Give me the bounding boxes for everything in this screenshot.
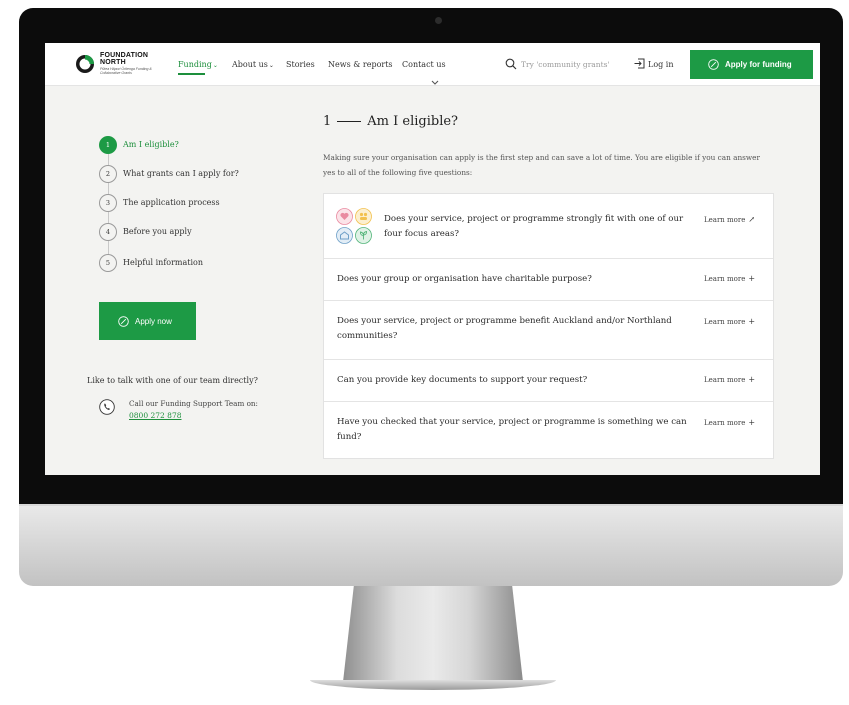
step-label: What grants can I apply for? (123, 169, 239, 178)
plus-icon: + (748, 317, 756, 326)
focus-area-icons (336, 208, 376, 248)
learn-more-link[interactable]: Learn more + (704, 418, 755, 427)
login-icon (634, 58, 645, 69)
title-dash (337, 121, 362, 122)
foundation-north-logo-icon[interactable] (75, 54, 95, 74)
search-icon[interactable] (505, 58, 517, 70)
plus-icon: + (748, 274, 756, 283)
logo-subtext: Pūtea Hāpori Ōritenga Funding & Collabor… (100, 67, 152, 75)
question-text: Does your group or organisation have cha… (337, 274, 592, 284)
nav-link-news-reports[interactable]: News & reports (328, 60, 393, 69)
screen: FOUNDATION NORTH Pūtea Hāpori Ōritenga F… (45, 43, 820, 475)
section-number: 1 (323, 114, 332, 129)
phone-number-link[interactable]: 0800 272 878 (129, 411, 182, 420)
step-label: The application process (123, 198, 220, 207)
learn-more-label: Learn more (704, 216, 746, 224)
pencil-circle-icon (118, 316, 129, 327)
phone-icon (99, 399, 115, 415)
learn-more-link[interactable]: Learn more + (704, 375, 755, 384)
monitor-stand (343, 586, 523, 682)
call-support-text: Call our Funding Support Team on: (129, 399, 258, 408)
monitor-stand-base (310, 680, 556, 690)
plus-icon: + (748, 418, 756, 427)
heart-focus-icon (336, 208, 353, 225)
question-text: Does your service, project or programme … (384, 214, 684, 239)
question-text: Can you provide key documents to support… (337, 375, 588, 385)
section-title-text: Am I eligible? (367, 114, 459, 129)
step-number: 1 (99, 136, 117, 154)
talk-to-team-heading: Like to talk with one of our team direct… (87, 376, 258, 385)
apply-now-button[interactable]: Apply now (99, 302, 196, 340)
learn-more-label: Learn more (704, 275, 746, 283)
step-number: 2 (99, 165, 117, 183)
question-row-3[interactable]: Does your service, project or programme … (324, 300, 773, 360)
learn-more-label: Learn more (704, 419, 746, 427)
learn-more-label: Learn more (704, 376, 746, 384)
nav-link-about-us[interactable]: About us⌄ (232, 60, 274, 69)
pencil-circle-icon (708, 59, 719, 70)
intro-paragraph: Making sure your organisation can apply … (323, 153, 760, 177)
scroll-down-chevron-icon (431, 80, 439, 85)
nav-active-underline (178, 73, 205, 75)
chevron-down-icon: ⌄ (212, 62, 218, 69)
question-row-2[interactable]: Does your group or organisation have cha… (324, 258, 773, 301)
nav-link-funding-label: Funding (178, 60, 212, 69)
logo-text[interactable]: FOUNDATION NORTH Pūtea Hāpori Ōritenga F… (100, 52, 160, 75)
nav-link-about-us-label: About us (232, 60, 268, 69)
external-link-icon: ↗ (748, 215, 756, 224)
question-row-4[interactable]: Can you provide key documents to support… (324, 359, 773, 402)
nav-link-funding[interactable]: Funding⌄ (178, 60, 218, 69)
apply-for-funding-button[interactable]: Apply for funding (690, 50, 813, 79)
camera-dot (435, 17, 442, 24)
step-number: 4 (99, 223, 117, 241)
nav-link-contact-us[interactable]: Contact us (402, 60, 446, 69)
step-number: 5 (99, 254, 117, 272)
section-title: 1 Am I eligible? (323, 114, 458, 129)
learn-more-link[interactable]: Learn more + (704, 317, 755, 326)
question-row-1[interactable]: Does your service, project or programme … (324, 194, 773, 259)
monitor-chin (19, 506, 843, 586)
apply-now-label: Apply now (135, 317, 172, 326)
community-focus-icon (336, 227, 353, 244)
chevron-down-icon: ⌄ (268, 62, 274, 69)
environment-focus-icon (355, 227, 372, 244)
eligibility-questions: Does your service, project or programme … (323, 193, 774, 459)
login-label: Log in (648, 60, 674, 69)
step-number: 3 (99, 194, 117, 212)
learn-more-label: Learn more (704, 318, 746, 326)
logo-name-line2: NORTH (100, 59, 126, 66)
step-label: Am I eligible? (123, 140, 179, 149)
question-row-5[interactable]: Have you checked that your service, proj… (324, 401, 773, 458)
step-label: Helpful information (123, 258, 204, 267)
plus-icon: + (748, 375, 756, 384)
learn-more-link[interactable]: Learn more ↗ (704, 215, 755, 224)
logo-name-line1: FOUNDATION (100, 52, 149, 59)
learn-more-link[interactable]: Learn more + (704, 274, 755, 283)
step-label: Before you apply (123, 227, 192, 236)
apply-for-funding-label: Apply for funding (725, 60, 792, 69)
search-input[interactable]: Try 'community grants' (521, 60, 610, 69)
nav-link-stories[interactable]: Stories (286, 60, 315, 69)
question-text: Does your service, project or programme … (337, 316, 672, 341)
question-text: Have you checked that your service, proj… (337, 417, 687, 442)
people-focus-icon (355, 208, 372, 225)
